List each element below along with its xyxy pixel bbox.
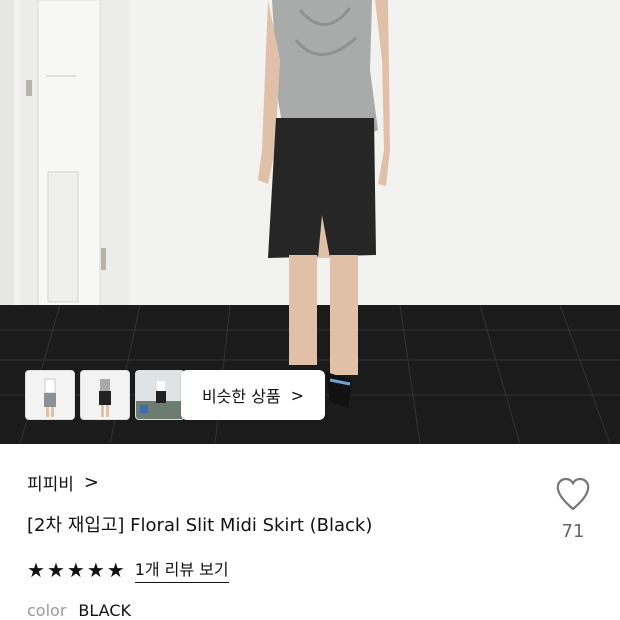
like-count: 71 [561, 521, 585, 542]
chevron-right-icon: > [290, 385, 305, 405]
star-icon: ★ [86, 557, 105, 582]
rating-row: ★ ★ ★ ★ ★ 1개 리뷰 보기 [27, 556, 229, 583]
rating-stars: ★ ★ ★ ★ ★ [27, 558, 125, 582]
thumbnail-2[interactable] [80, 370, 130, 420]
product-title: [2차 재입고] Floral Slit Midi Skirt (Black) [27, 515, 373, 536]
thumbnail-1[interactable] [25, 370, 75, 420]
star-icon: ★ [27, 557, 45, 582]
color-row: color BLACK [27, 601, 131, 620]
similar-products-label: 비슷한 상품 [201, 387, 281, 406]
thumbnail-3[interactable] [135, 370, 185, 420]
color-label: color [27, 601, 67, 620]
brand-name: 피피비 [27, 475, 74, 495]
color-value: BLACK [78, 601, 131, 620]
product-info: 피피비 > [2차 재입고] Floral Slit Midi Skirt (B… [0, 444, 620, 620]
brand-link[interactable]: 피피비 > [27, 470, 99, 495]
review-link[interactable]: 1개 리뷰 보기 [134, 556, 229, 583]
thumbnail-strip [25, 370, 185, 420]
heart-outline-icon[interactable] [553, 474, 593, 514]
chevron-right-icon: > [83, 472, 100, 493]
star-icon: ★ [46, 557, 65, 582]
similar-products-button[interactable]: 비슷한 상품 > [181, 370, 325, 420]
star-icon: ★ [106, 557, 125, 582]
product-image[interactable]: 비슷한 상품 > [0, 0, 620, 444]
star-icon: ★ [66, 557, 85, 582]
